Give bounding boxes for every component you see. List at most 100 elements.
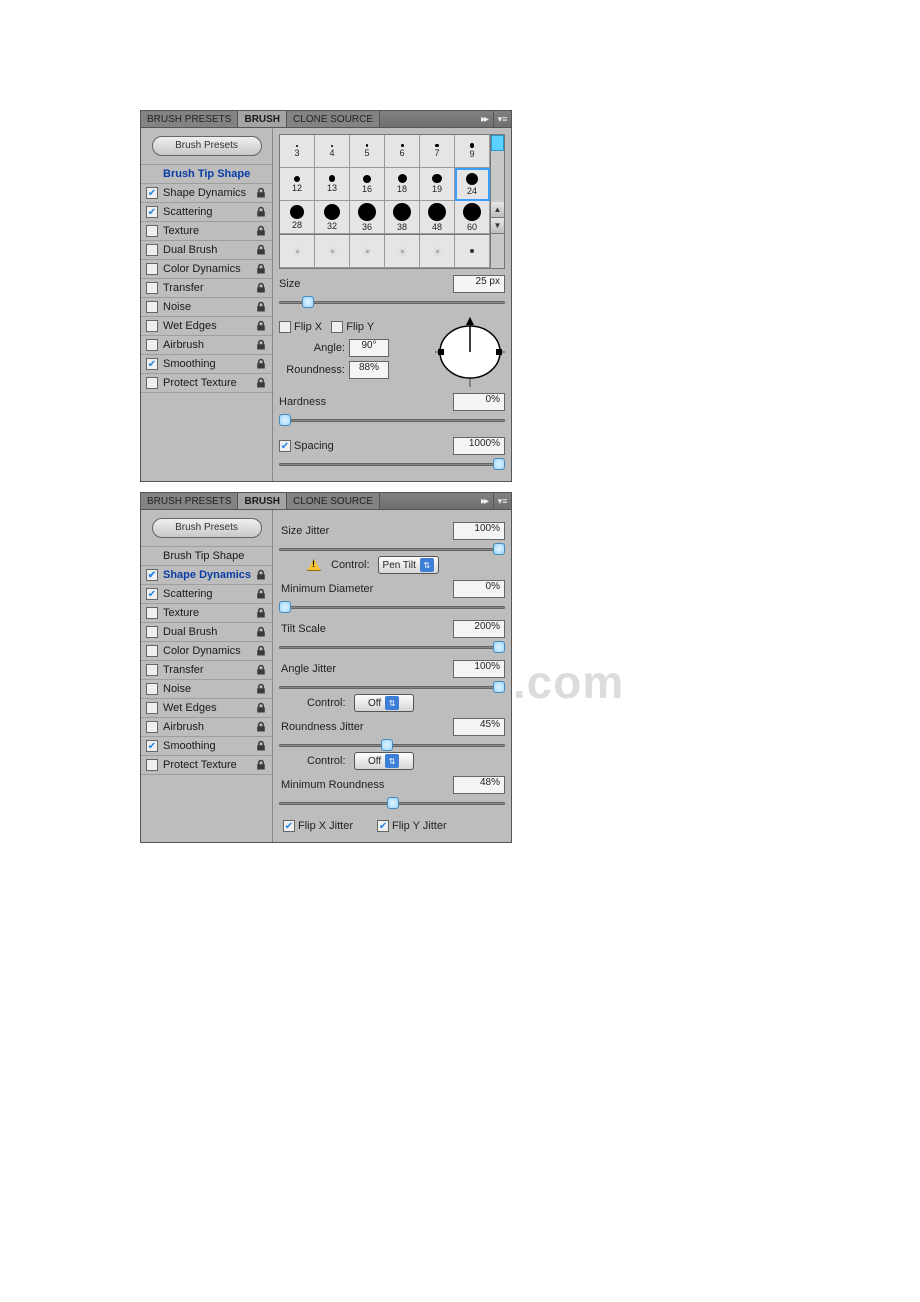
min-diameter-slider[interactable] [279,600,505,614]
roundness-jitter-input[interactable]: 45% [453,718,505,736]
lock-icon[interactable] [254,644,268,658]
sidebar-item-transfer[interactable]: Transfer [141,278,272,298]
brush-grid-scrollbar[interactable]: ▲ ▼ [491,134,505,235]
option-checkbox[interactable] [146,683,158,695]
roundness-input[interactable]: 88% [349,361,389,379]
sidebar-item-texture[interactable]: Texture [141,603,272,623]
sidebar-item-dual-brush[interactable]: Dual Brush [141,240,272,260]
lock-icon[interactable] [254,357,268,371]
lock-icon[interactable] [254,224,268,238]
lock-icon[interactable] [254,663,268,677]
lock-icon[interactable] [254,376,268,390]
option-checkbox[interactable] [146,569,158,581]
sidebar-item-transfer[interactable]: Transfer [141,660,272,680]
lock-icon[interactable] [254,167,268,181]
brush-tip-cell[interactable]: 13 [315,168,350,201]
spacing-slider[interactable] [279,457,505,471]
brush-soft-cell[interactable] [385,235,420,268]
brush-tip-cell[interactable]: 28 [280,201,315,234]
option-checkbox[interactable] [146,645,158,657]
flip-y-checkbox[interactable] [331,321,343,333]
collapse-icon[interactable] [475,493,493,509]
sidebar-item-smoothing[interactable]: Smoothing [141,736,272,756]
lock-icon[interactable] [254,262,268,276]
brush-tip-cell[interactable]: 6 [385,135,420,168]
brush-tip-cell[interactable]: 24 [455,168,490,201]
sidebar-item-texture[interactable]: Texture [141,221,272,241]
brush-tip-cell[interactable]: 16 [350,168,385,201]
brush-presets-button[interactable]: Brush Presets [152,136,262,156]
lock-icon[interactable] [254,281,268,295]
hardness-input[interactable]: 0% [453,393,505,411]
tab-brush-presets[interactable]: BRUSH PRESETS [141,111,238,127]
tab-clone-source[interactable]: CLONE SOURCE [287,493,380,509]
brush-tip-cell[interactable]: 60 [455,201,490,234]
angle-jitter-slider[interactable] [279,680,505,694]
option-checkbox[interactable] [146,702,158,714]
scroll-down-icon[interactable]: ▼ [491,218,504,234]
brush-tip-cell[interactable]: 3 [280,135,315,168]
lock-icon[interactable] [254,758,268,772]
size-input[interactable]: 25 px [453,275,505,293]
sidebar-item-wet-edges[interactable]: Wet Edges [141,316,272,336]
lock-icon[interactable] [254,720,268,734]
option-checkbox[interactable] [146,377,158,389]
min-diameter-input[interactable]: 0% [453,580,505,598]
lock-icon[interactable] [254,186,268,200]
sidebar-item-airbrush[interactable]: Airbrush [141,335,272,355]
option-checkbox[interactable] [146,664,158,676]
size-slider[interactable] [279,295,505,309]
spacing-input[interactable]: 1000% [453,437,505,455]
hardness-slider[interactable] [279,413,505,427]
sidebar-item-dual-brush[interactable]: Dual Brush [141,622,272,642]
option-checkbox[interactable] [146,358,158,370]
option-checkbox[interactable] [146,759,158,771]
tab-brush[interactable]: BRUSH [238,111,287,127]
lock-icon[interactable] [254,243,268,257]
angle-roundness-widget[interactable] [435,317,505,387]
option-checkbox[interactable] [146,320,158,332]
sidebar-item-protect-texture[interactable]: Protect Texture [141,755,272,775]
tilt-scale-slider[interactable] [279,640,505,654]
tilt-scale-input[interactable]: 200% [453,620,505,638]
lock-icon[interactable] [254,701,268,715]
sidebar-item-scattering[interactable]: Scattering [141,202,272,222]
tab-clone-source[interactable]: CLONE SOURCE [287,111,380,127]
lock-icon[interactable] [254,739,268,753]
option-checkbox[interactable] [146,339,158,351]
brush-tip-cell[interactable]: 36 [350,201,385,234]
option-checkbox[interactable] [146,588,158,600]
brush-soft-cell[interactable] [455,235,490,268]
sidebar-item-brush-tip-shape[interactable]: Brush Tip Shape [141,546,272,566]
lock-icon[interactable] [254,587,268,601]
brush-soft-cell[interactable] [350,235,385,268]
option-checkbox[interactable] [146,282,158,294]
brush-soft-cell[interactable] [420,235,455,268]
angle-jitter-input[interactable]: 100% [453,660,505,678]
lock-icon[interactable] [254,300,268,314]
size-control-dropdown[interactable]: Pen Tilt [378,556,439,574]
lock-icon[interactable] [254,606,268,620]
tab-brush-presets[interactable]: BRUSH PRESETS [141,493,238,509]
selected-brush-indicator[interactable] [491,135,504,151]
option-checkbox[interactable] [146,206,158,218]
brush-tip-cell[interactable]: 5 [350,135,385,168]
lock-icon[interactable] [254,568,268,582]
sidebar-item-smoothing[interactable]: Smoothing [141,354,272,374]
option-checkbox[interactable] [146,187,158,199]
panel-menu-icon[interactable] [493,493,511,509]
option-checkbox[interactable] [146,626,158,638]
roundness-jitter-slider[interactable] [279,738,505,752]
brush-tip-cell[interactable]: 7 [420,135,455,168]
size-jitter-slider[interactable] [279,542,505,556]
lock-icon[interactable] [254,338,268,352]
sidebar-item-shape-dynamics[interactable]: Shape Dynamics [141,565,272,585]
sidebar-item-protect-texture[interactable]: Protect Texture [141,373,272,393]
option-checkbox[interactable] [146,225,158,237]
sidebar-item-shape-dynamics[interactable]: Shape Dynamics [141,183,272,203]
lock-icon[interactable] [254,549,268,563]
brush-tip-grid[interactable]: 345679121316181924283236384860 [279,134,491,235]
brush-tip-cell[interactable]: 38 [385,201,420,234]
sidebar-item-airbrush[interactable]: Airbrush [141,717,272,737]
sidebar-item-brush-tip-shape[interactable]: Brush Tip Shape [141,164,272,184]
